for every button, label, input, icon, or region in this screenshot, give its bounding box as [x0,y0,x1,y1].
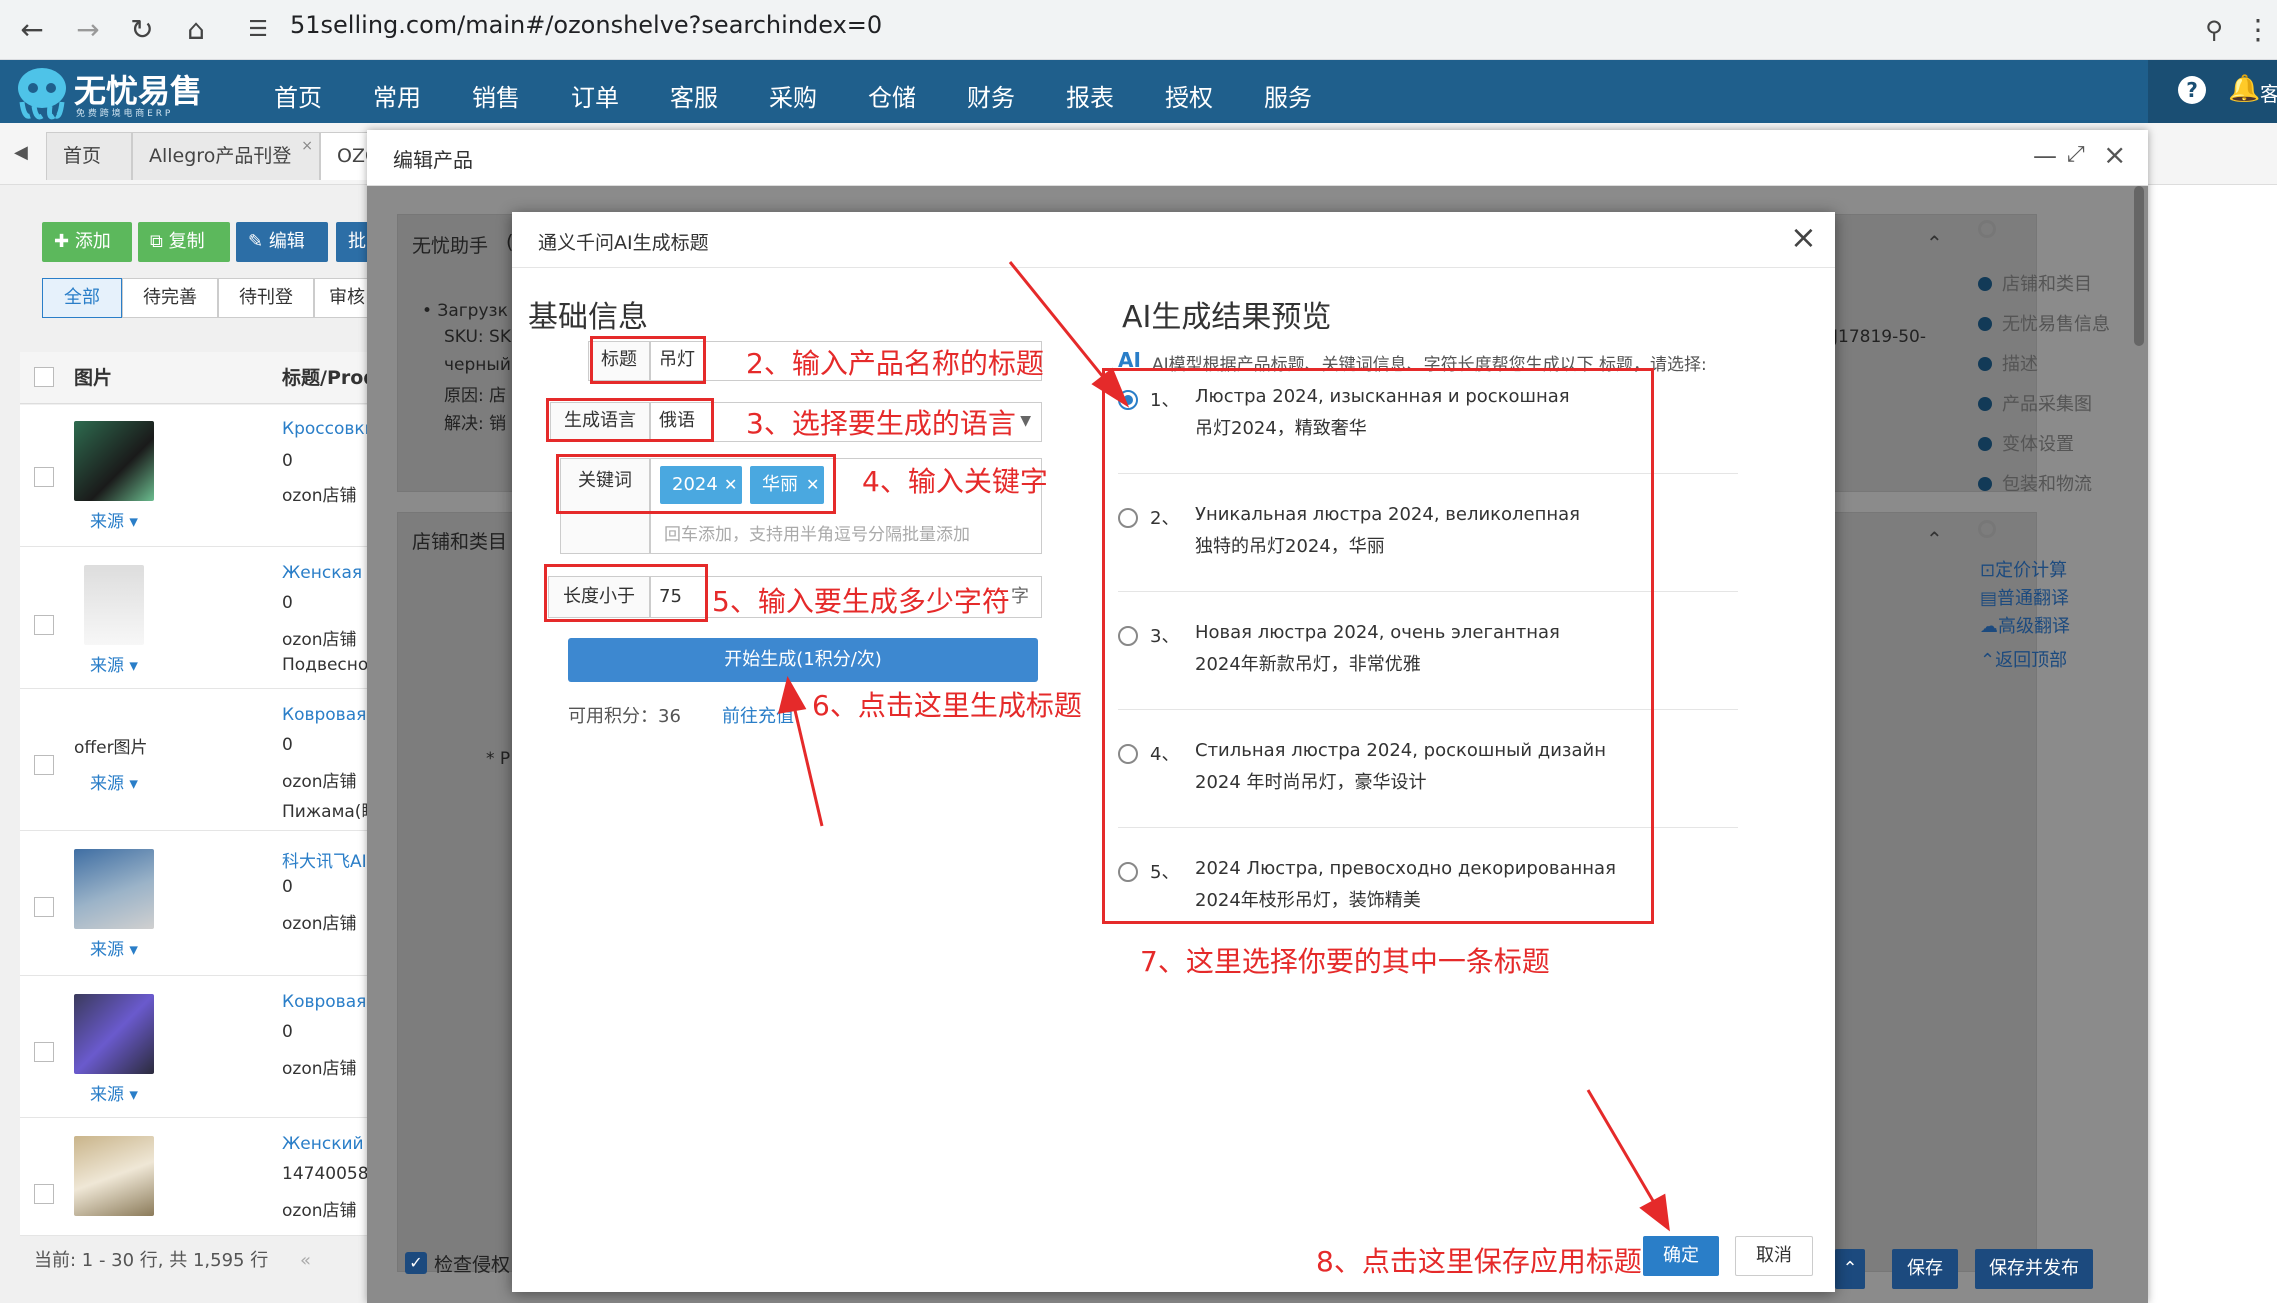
arrow-to-generate [792,705,824,827]
arrowhead-icon [777,676,807,714]
annotation-arrows [777,261,1670,1232]
arrowhead-icon [1639,1193,1670,1232]
arrowhead-icon [1091,367,1130,408]
arrow-to-confirm [1586,1089,1658,1207]
arrow-to-results [1008,261,1114,389]
